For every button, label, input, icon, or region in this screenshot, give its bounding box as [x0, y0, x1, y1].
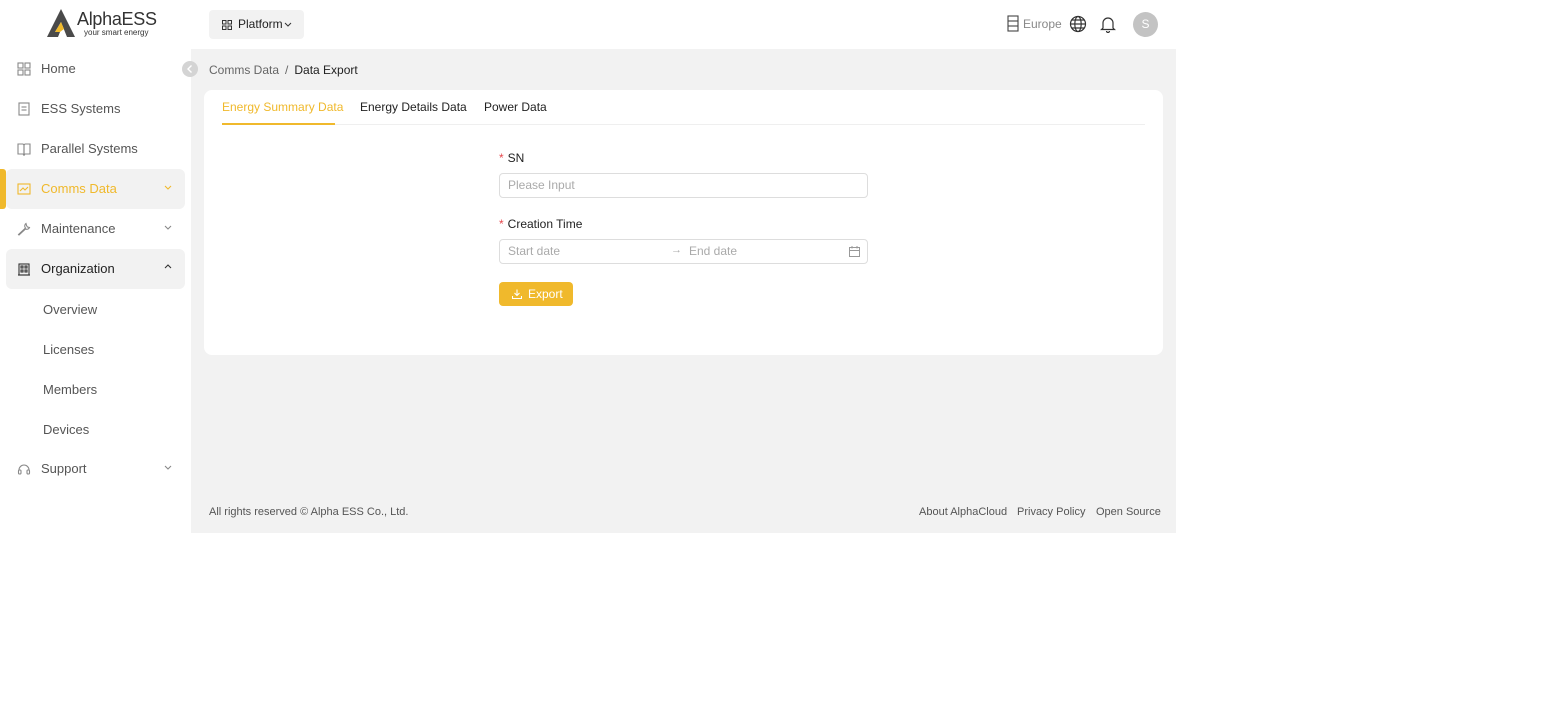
- required-mark: *: [499, 217, 504, 231]
- chevron-left-icon: [187, 65, 192, 73]
- export-card: Energy Summary Data Energy Details Data …: [204, 90, 1163, 355]
- breadcrumb: Comms Data / Data Export: [209, 63, 358, 77]
- chevron-up-icon: [164, 264, 172, 269]
- sidebar: AlphaESS your smart energy Home ESS Syst…: [0, 0, 191, 533]
- creation-time-label-text: Creation Time: [507, 217, 583, 231]
- chevron-down-icon: [164, 225, 172, 230]
- alphaess-logo[interactable]: AlphaESS your smart energy: [46, 8, 157, 40]
- brand-name: AlphaESS: [77, 9, 157, 29]
- sidebar-item-parallel-systems[interactable]: Parallel Systems: [6, 129, 185, 169]
- document-icon: [18, 102, 30, 116]
- sidebar-item-label: Home: [41, 61, 76, 76]
- start-date-input[interactable]: Start date: [508, 244, 560, 258]
- export-label: Export: [528, 287, 563, 301]
- chevron-down-icon: [284, 22, 292, 27]
- sidebar-item-organization[interactable]: Organization: [6, 249, 185, 289]
- sidebar-item-ess-systems[interactable]: ESS Systems: [6, 89, 185, 129]
- platform-dropdown[interactable]: Platform: [209, 10, 304, 39]
- tab-energy-summary-data[interactable]: Energy Summary Data: [222, 100, 343, 114]
- tab-power-data[interactable]: Power Data: [484, 100, 547, 114]
- chevron-down-icon: [164, 465, 172, 470]
- creation-time-range-picker[interactable]: Start date → End date: [499, 239, 868, 264]
- sidebar-subitem-licenses[interactable]: Licenses: [43, 342, 94, 357]
- tab-energy-details-data[interactable]: Energy Details Data: [360, 100, 467, 114]
- platform-label: Platform: [238, 17, 283, 31]
- building-icon: [18, 263, 30, 276]
- tabs-divider: [222, 124, 1145, 125]
- alphaess-logo-mark-icon: [47, 9, 75, 37]
- download-icon: [512, 289, 522, 299]
- active-tab-indicator: [222, 123, 335, 125]
- sn-label: * SN: [499, 151, 524, 165]
- end-date-input[interactable]: End date: [689, 244, 737, 258]
- user-avatar[interactable]: S: [1133, 12, 1158, 37]
- export-button[interactable]: Export: [499, 282, 573, 306]
- top-header: Platform Europe S: [191, 0, 1176, 49]
- book-icon: [17, 143, 31, 156]
- chart-monitor-icon: [17, 183, 31, 195]
- sn-input[interactable]: [508, 177, 848, 193]
- breadcrumb-separator: /: [285, 63, 289, 77]
- sidebar-item-label: Parallel Systems: [41, 141, 138, 156]
- footer-link-open-source[interactable]: Open Source: [1096, 506, 1161, 518]
- sidebar-collapse-button[interactable]: [182, 61, 198, 77]
- sidebar-item-maintenance[interactable]: Maintenance: [6, 209, 185, 249]
- region-label: Europe: [1023, 17, 1062, 31]
- sn-label-text: SN: [507, 151, 525, 165]
- footer-link-privacy[interactable]: Privacy Policy: [1017, 506, 1085, 518]
- dashboard-icon: [17, 62, 31, 76]
- footer-link-about[interactable]: About AlphaCloud: [919, 506, 1007, 518]
- grid-icon: [222, 20, 232, 30]
- sidebar-subitem-overview[interactable]: Overview: [43, 302, 97, 317]
- range-arrow-icon: →: [671, 244, 682, 256]
- sidebar-item-label: Support: [41, 461, 87, 476]
- footer-copyright: All rights reserved © Alpha ESS Co., Ltd…: [209, 506, 409, 518]
- breadcrumb-parent[interactable]: Comms Data: [209, 63, 279, 77]
- sidebar-item-comms-data[interactable]: Comms Data: [6, 169, 185, 209]
- globe-icon[interactable]: [1069, 15, 1087, 33]
- bell-icon[interactable]: [1099, 15, 1117, 33]
- brand-tagline: your smart energy: [84, 28, 149, 37]
- sidebar-item-label: Organization: [41, 261, 115, 276]
- headset-icon: [17, 464, 31, 475]
- sidebar-item-label: ESS Systems: [41, 101, 121, 116]
- wrench-icon: [17, 222, 31, 236]
- creation-time-label: * Creation Time: [499, 217, 582, 231]
- sidebar-item-support[interactable]: Support: [6, 449, 185, 489]
- sidebar-subitem-members[interactable]: Members: [43, 382, 97, 397]
- server-icon: [1007, 15, 1019, 32]
- sidebar-item-label: Maintenance: [41, 221, 116, 236]
- sidebar-item-label: Comms Data: [41, 181, 117, 196]
- required-mark: *: [499, 151, 504, 165]
- chevron-down-icon: [164, 185, 172, 190]
- app-frame: AlphaESS your smart energy Home ESS Syst…: [0, 0, 1176, 533]
- sidebar-subitem-devices[interactable]: Devices: [43, 422, 89, 437]
- sidebar-item-home[interactable]: Home: [6, 49, 185, 89]
- calendar-icon: [849, 246, 860, 257]
- breadcrumb-current: Data Export: [294, 63, 358, 77]
- sn-field[interactable]: [499, 173, 868, 198]
